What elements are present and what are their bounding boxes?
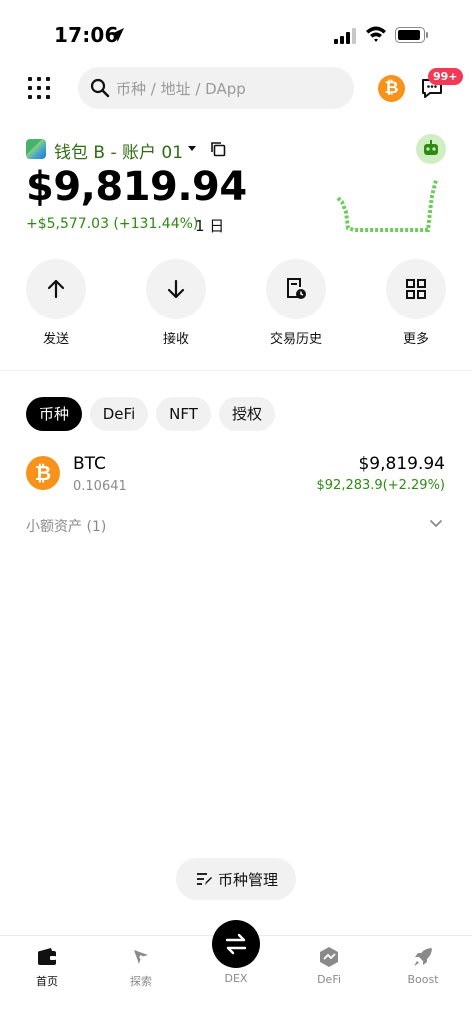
total-balance: $9,819.94	[26, 164, 247, 210]
status-bar: 17:06	[0, 0, 472, 70]
nav-boost-label: Boost	[407, 973, 439, 986]
more-button[interactable]: 更多	[385, 259, 447, 347]
battery-icon	[395, 27, 428, 43]
swap-icon	[225, 933, 247, 955]
more-label: 更多	[402, 332, 429, 347]
wallet-avatar[interactable]	[26, 139, 46, 159]
arrow-up-icon	[47, 279, 65, 299]
bot-icon[interactable]	[416, 134, 446, 164]
history-label: 交易历史	[269, 332, 322, 347]
chevron-down-icon[interactable]	[429, 519, 443, 529]
small-assets-toggle[interactable]: 小额资产 (1)	[26, 516, 106, 536]
nav-defi-label: DeFi	[317, 973, 341, 986]
section-divider	[0, 370, 472, 371]
receive-label: 接收	[162, 332, 189, 347]
bitcoin-network-icon[interactable]: ₿	[378, 75, 405, 102]
cellular-signal-icon	[334, 28, 356, 44]
wallet-name[interactable]: 钱包 B - 账户 01	[54, 138, 183, 163]
nav-boost[interactable]: Boost	[393, 946, 453, 986]
arrow-down-icon	[167, 279, 185, 299]
period-selector[interactable]: 1 日	[195, 215, 224, 236]
nav-dex-label: DEX	[224, 972, 248, 985]
apps-menu-icon[interactable]	[27, 76, 51, 100]
manage-list-icon	[197, 873, 212, 885]
location-arrow-icon	[110, 28, 124, 42]
asset-value: $9,819.94	[358, 454, 445, 474]
grid-icon	[406, 279, 426, 299]
manage-tokens-label: 币种管理	[218, 871, 279, 889]
search-input[interactable]: 币种 / 地址 / DApp	[78, 67, 354, 109]
nav-home-label: 首页	[36, 975, 58, 988]
send-label: 发送	[42, 332, 69, 347]
history-circle[interactable]	[266, 259, 326, 319]
receive-button[interactable]: 接收	[145, 259, 207, 347]
tab-defi[interactable]: DeFi	[90, 397, 148, 431]
bitcoin-icon: ₿	[26, 456, 60, 490]
pnl-change: +$5,577.03 (+131.44%)	[26, 216, 199, 232]
asset-price-change: $92,283.9(+2.29%)	[316, 478, 446, 493]
asset-symbol: BTC	[73, 454, 106, 474]
copy-icon[interactable]	[210, 141, 226, 157]
more-circle[interactable]	[386, 259, 446, 319]
send-button[interactable]: 发送	[25, 259, 87, 347]
search-icon	[90, 78, 110, 98]
nav-defi[interactable]: DeFi	[299, 946, 359, 986]
nav-dex[interactable]	[212, 920, 260, 968]
asset-amount: 0.10641	[73, 479, 127, 494]
send-circle[interactable]	[26, 259, 86, 319]
tab-tokens[interactable]: 币种	[26, 397, 82, 431]
manage-tokens-button[interactable]: 币种管理	[176, 858, 296, 900]
search-placeholder: 币种 / 地址 / DApp	[116, 80, 246, 98]
balance-sparkline	[336, 179, 438, 232]
history-button[interactable]: 交易历史	[265, 259, 327, 347]
wallet-icon	[38, 948, 56, 965]
wifi-icon	[366, 26, 386, 42]
receive-circle[interactable]	[146, 259, 206, 319]
notification-badge: 99+	[428, 68, 463, 85]
nav-explore-label: 探索	[130, 975, 152, 988]
defi-icon	[320, 947, 338, 967]
tab-approvals[interactable]: 授权	[219, 397, 275, 431]
compass-icon	[134, 950, 148, 964]
rocket-icon	[414, 948, 432, 966]
nav-explore[interactable]: 探索	[111, 946, 171, 989]
nav-home[interactable]: 首页	[17, 946, 77, 989]
history-icon	[287, 278, 306, 299]
tab-nft[interactable]: NFT	[156, 397, 211, 431]
caret-down-icon[interactable]	[187, 145, 197, 153]
